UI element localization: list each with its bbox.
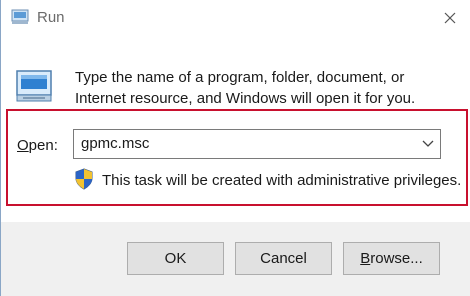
ok-button[interactable]: OK — [127, 242, 224, 275]
run-icon — [11, 9, 29, 25]
dropdown-button[interactable] — [416, 130, 440, 158]
description-text: Type the name of a program, folder, docu… — [75, 67, 455, 109]
open-label-mnemonic: O — [17, 137, 29, 154]
description-line-2: Internet resource, and Windows will open… — [75, 90, 416, 107]
admin-notice-text: This task will be created with administr… — [102, 172, 462, 189]
window-title: Run — [37, 9, 65, 26]
cancel-button[interactable]: Cancel — [235, 242, 332, 275]
chevron-down-icon — [422, 140, 434, 147]
open-input[interactable]: gpmc.msc — [81, 135, 149, 152]
close-button[interactable] — [437, 6, 463, 30]
run-dialog: Run Type the name of a program, folder, … — [0, 0, 470, 296]
open-label: Open: — [17, 137, 58, 154]
description-line-1: Type the name of a program, folder, docu… — [75, 69, 405, 86]
title-bar[interactable]: Run — [1, 0, 470, 36]
browse-button[interactable]: Browse... — [343, 242, 440, 275]
run-program-icon — [15, 69, 55, 105]
browse-label-rest: rowse... — [370, 250, 423, 267]
open-label-rest: pen: — [28, 137, 58, 154]
open-combobox[interactable]: gpmc.msc — [73, 129, 441, 159]
close-icon — [444, 12, 456, 24]
browse-mnemonic: B — [360, 250, 371, 267]
uac-shield-icon — [74, 168, 94, 190]
